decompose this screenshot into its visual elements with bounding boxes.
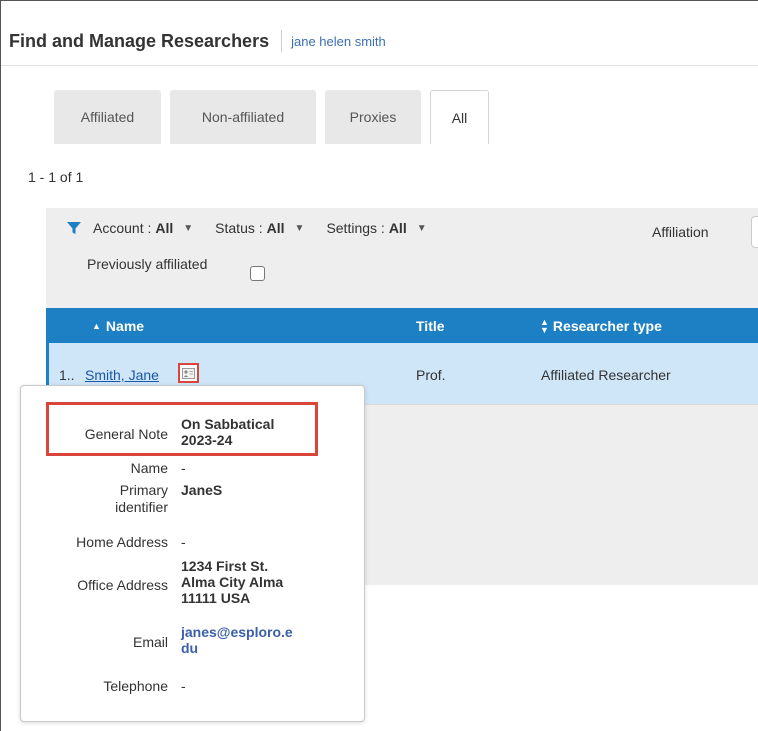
filter-bar: Account : All ▼ Status : All ▼ Settings … [46,208,758,308]
header-divider-line [1,65,758,66]
tab-non-affiliated[interactable]: Non-affiliated [170,90,316,144]
column-header-researcher-type[interactable]: ▲ ▼ Researcher type [540,317,662,335]
page-title: Find and Manage Researchers [9,30,270,51]
contact-card-button[interactable] [178,363,199,383]
column-header-label: Researcher type [552,318,662,334]
name-value: - [181,460,186,476]
email-label: Email [132,634,168,650]
column-header-label: Name [105,318,145,334]
column-header-title[interactable]: Title [416,318,445,334]
table-header: ▲ Name Title ▲ ▼ Researcher type [46,308,758,343]
row-title: Prof. [416,367,446,383]
tab-proxies[interactable]: Proxies [325,90,421,144]
primary-identifier-label-line1: Primary [119,482,168,498]
current-user-link[interactable]: jane helen smith [291,34,386,49]
general-note-value-line1: On Sabbatical [181,416,275,432]
office-address-value: 1234 First St. Alma City Alma 11111 USA [181,558,283,606]
caret-down-icon: ▼ [183,222,194,234]
status-filter-label: Status : [215,220,263,236]
tab-label: Affiliated [80,109,135,125]
researcher-details-popup: General Note On Sabbatical 2023-24 Name … [20,385,365,722]
tab-label: Non-affiliated [201,109,285,125]
contact-card-icon [182,367,195,379]
settings-filter-label: Settings : [326,220,385,236]
email-link[interactable]: janes@esploro.e du [181,624,293,656]
researcher-name-link[interactable]: Smith, Jane [85,367,159,383]
tab-label: Proxies [349,109,397,125]
primary-identifier-label-line2: identifier [115,499,168,515]
tab-label: All [451,109,468,126]
previously-affiliated-label: Previously affiliated [87,256,208,272]
general-note-label: General Note [84,426,168,442]
app-frame: Find and Manage Researchers jane helen s… [0,0,758,731]
account-filter-label: Account : [93,220,152,236]
empty-area [331,405,758,585]
filter-icon[interactable] [67,221,81,235]
settings-filter-value: All [388,220,407,236]
tab-all[interactable]: All [430,90,489,144]
caret-down-icon: ▼ [294,222,305,234]
page-header: Find and Manage Researchers jane helen s… [9,29,386,53]
sort-ascending-icon: ▲ [92,321,101,331]
primary-identifier-label: Primary identifier [115,482,168,516]
email-line1: janes@esploro.e [181,624,293,640]
home-address-value: - [181,534,186,550]
tab-bar: Affiliated Non-affiliated Proxies All [54,90,489,144]
general-note-value-line2: 2023-24 [181,432,233,448]
office-address-line3: 11111 USA [181,590,251,606]
caret-down-icon: ▼ [416,222,427,234]
name-label: Name [130,460,168,476]
row-index: 1.. [59,367,75,383]
results-count: 1 - 1 of 1 [28,169,84,185]
settings-filter-dropdown[interactable]: Settings : All ▼ [326,220,426,236]
status-filter-dropdown[interactable]: Status : All ▼ [215,220,304,236]
email-line2: du [181,640,199,656]
office-address-label: Office Address [77,577,168,593]
status-filter-value: All [266,220,285,236]
tab-affiliated[interactable]: Affiliated [54,90,161,144]
sort-icon: ▲ ▼ [540,317,549,335]
telephone-value: - [181,678,186,694]
account-filter-value: All [155,220,174,236]
row-researcher-type: Affiliated Researcher [541,367,671,383]
column-header-name[interactable]: ▲ Name [92,318,144,334]
home-address-label: Home Address [76,534,168,550]
affiliation-input[interactable] [751,216,758,248]
primary-identifier-value: JaneS [181,482,223,498]
office-address-line2: Alma City Alma [181,574,284,590]
office-address-line1: 1234 First St. [181,558,269,574]
general-note-value: On Sabbatical 2023-24 [181,416,274,448]
affiliation-label: Affiliation [652,224,709,240]
header-divider [281,30,283,52]
account-filter-dropdown[interactable]: Account : All ▼ [93,220,193,236]
column-header-label: Title [416,318,445,334]
telephone-label: Telephone [103,678,168,694]
previously-affiliated-checkbox[interactable] [250,266,265,281]
